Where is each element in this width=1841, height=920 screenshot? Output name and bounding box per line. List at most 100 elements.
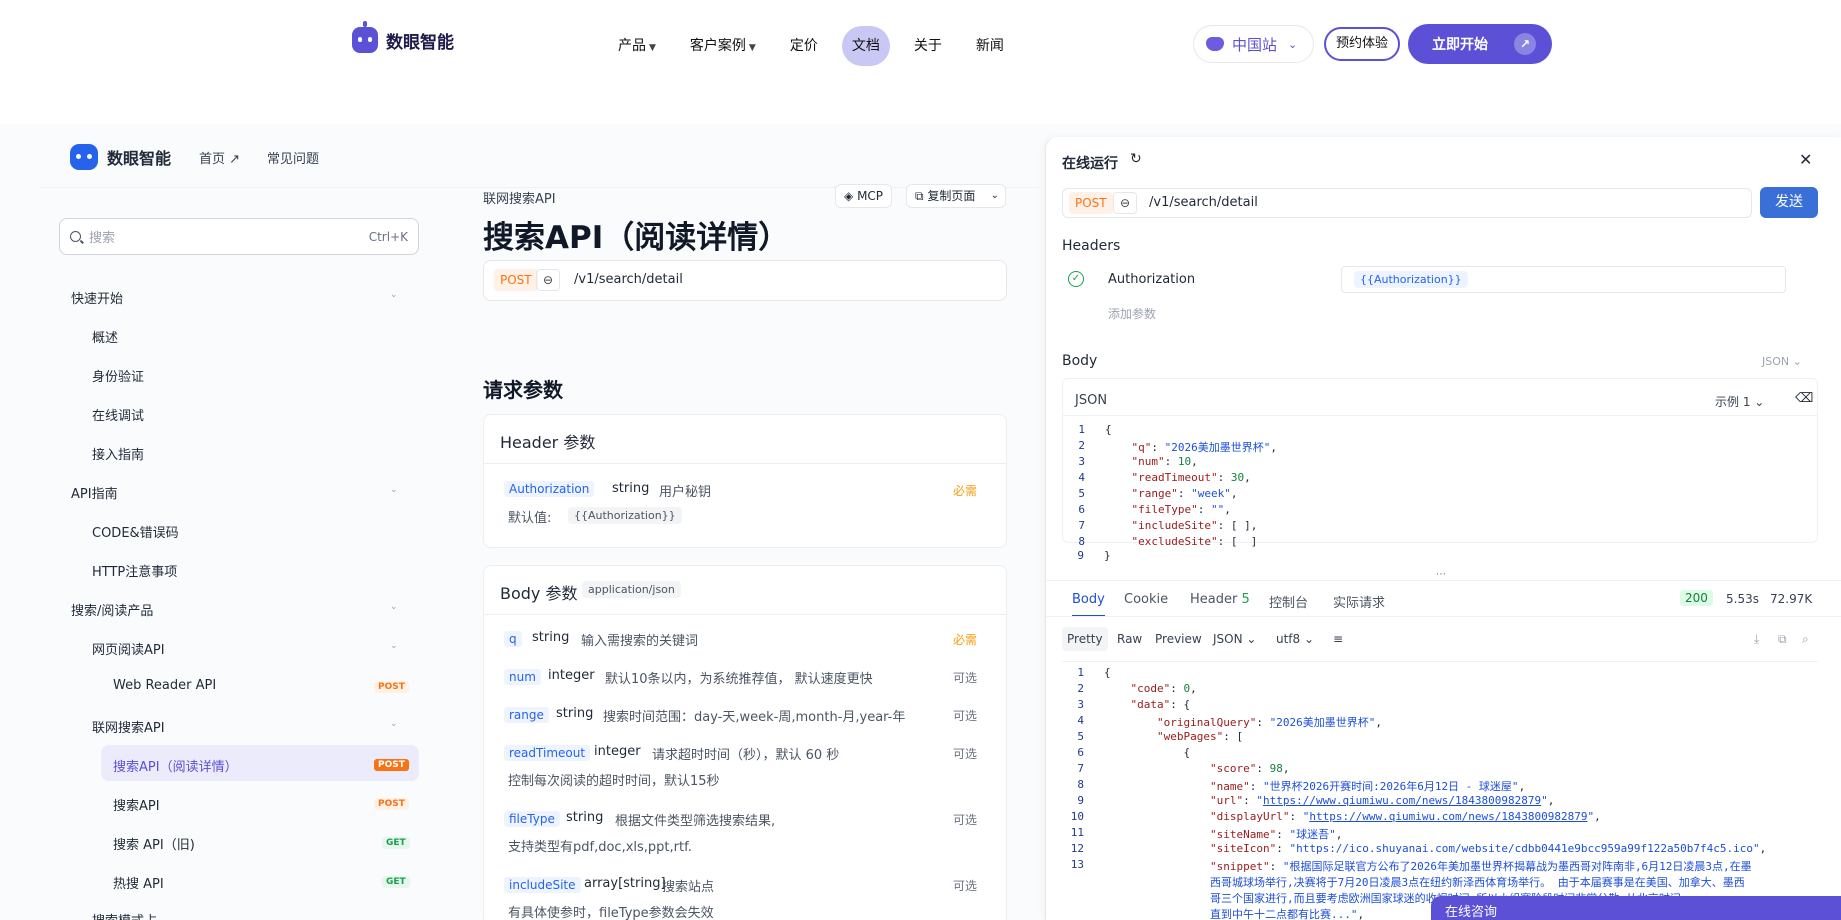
mcp-button[interactable]: ◈ MCP — [835, 184, 893, 208]
nav-products[interactable]: 产品 ▼ — [608, 26, 666, 66]
sidebar-item-webread[interactable]: 网页阅读API — [92, 639, 165, 658]
breadcrumb: 联网搜索API — [483, 192, 556, 207]
sidebar-item-webreader[interactable]: Web Reader API — [113, 678, 216, 693]
get-badge: GET — [382, 876, 410, 888]
tab-console[interactable]: 控制台 — [1269, 592, 1308, 611]
header-value-input[interactable]: {{Authorization}} — [1341, 266, 1786, 293]
sidebar-section-product[interactable]: 搜索/阅读产品 — [71, 600, 153, 619]
resize-handle[interactable]: ⋯ — [1436, 569, 1446, 580]
sidebar-item-more[interactable]: 搜索模式占 — [92, 910, 157, 920]
endpoint-path[interactable]: /v1/search/detail — [1149, 195, 1258, 210]
nav-pricing[interactable]: 定价 — [780, 26, 828, 66]
site-selector[interactable]: 中国站 ⌄ — [1193, 25, 1314, 63]
param-name: q — [504, 631, 522, 647]
header-value: {{Authorization}} — [1354, 271, 1468, 288]
close-icon[interactable]: ✕ — [1799, 150, 1812, 169]
example-select[interactable]: 示例 1 ⌄ — [1715, 393, 1764, 410]
home-link[interactable]: 首页 ↗ — [199, 148, 240, 167]
sidebar-item-searchold[interactable]: 搜索 API（旧) — [113, 834, 195, 853]
clear-icon[interactable]: ⌫ — [1795, 391, 1813, 406]
wrap-icon[interactable]: ≡ — [1328, 627, 1348, 651]
nav-docs[interactable]: 文档 — [841, 26, 890, 66]
copy-icon[interactable]: ⧉ — [1773, 627, 1792, 651]
tab-header[interactable]: Header 5 — [1190, 592, 1250, 607]
sidebar-item-guide[interactable]: 接入指南 — [92, 444, 144, 463]
status-code: 200 — [1680, 590, 1713, 606]
nav-news[interactable]: 新闻 — [966, 26, 1014, 66]
header-params-card: Header 参数 Authorization string 用户秘钥 必需 默… — [483, 414, 1007, 548]
sidebar-item-hot[interactable]: 热搜 API — [113, 873, 164, 892]
param-desc-2: 支持类型有pdf,doc,xls,ppt,rtf. — [508, 840, 692, 855]
chevron-down-icon: ⌄ — [390, 641, 398, 651]
add-param-input[interactable]: 添加参数 — [1108, 305, 1156, 322]
sidebar-item-http[interactable]: HTTP注意事项 — [92, 561, 177, 580]
body-params-card: Body 参数 application/json q string 输入需搜索的… — [483, 565, 1007, 920]
optional-tag: 可选 — [953, 879, 978, 893]
download-icon[interactable]: ⤓ — [1749, 627, 1764, 651]
section-title: 请求参数 — [483, 378, 563, 402]
sidebar-item-netsearch[interactable]: 联网搜索API — [92, 717, 165, 736]
param-desc-2: 控制每次阅读的超时时间，默认15秒 — [508, 774, 720, 789]
search-icon — [70, 231, 81, 242]
search-icon[interactable]: ⌕ — [1797, 627, 1814, 651]
tab-cookie[interactable]: Cookie — [1124, 592, 1168, 607]
param-desc: 默认10条以内，为系统推荐值， 默认速度更快 — [605, 672, 873, 687]
method-badge: POST — [494, 269, 538, 291]
checkbox-icon[interactable]: ✓ — [1068, 271, 1084, 287]
get-started-button[interactable]: 立即开始 ↗ — [1408, 24, 1552, 64]
body-format-select[interactable]: JSON ⌄ — [1762, 355, 1802, 368]
sidebar-item-online[interactable]: 在线调试 — [92, 405, 144, 424]
param-name: num — [504, 669, 541, 685]
param-type: string — [532, 630, 570, 645]
body-title: Body — [1062, 353, 1098, 369]
view-pretty[interactable]: Pretty — [1062, 627, 1108, 651]
search-input[interactable]: 搜索 Ctrl+K — [59, 218, 419, 255]
copy-page-button[interactable]: ⧉ 复制页面 ⌄ — [906, 184, 1006, 208]
copy-icon: ⧉ — [915, 189, 924, 203]
brand-logo[interactable]: 数眼智能 — [352, 21, 454, 53]
send-button[interactable]: 发送 — [1760, 187, 1818, 218]
panel-title: 在线运行 — [1062, 156, 1118, 172]
view-raw[interactable]: Raw — [1112, 627, 1147, 651]
cat-icon — [1206, 37, 1224, 51]
online-consult-button[interactable]: 在线咨询 — [1431, 896, 1841, 920]
post-badge: POST — [374, 798, 409, 810]
link-icon[interactable]: ⊖ — [1113, 192, 1137, 214]
view-preview[interactable]: Preview — [1150, 627, 1207, 651]
docs-logo[interactable]: 数眼智能 — [70, 144, 171, 170]
faq-link[interactable]: 常见问题 — [267, 148, 319, 167]
sidebar-item-searchapi[interactable]: 搜索API — [113, 795, 160, 814]
chevron-down-icon: ⌄ — [990, 190, 999, 201]
method-badge: POST — [1069, 192, 1113, 214]
post-badge: POST — [374, 681, 409, 693]
body-editor[interactable]: JSON 示例 1 ⌄ ⌫ 1{ 2 "q": "2026美加墨世界杯", 3 … — [1062, 378, 1818, 548]
chevron-down-icon: ⌄ — [390, 290, 398, 300]
nav-cases[interactable]: 客户案例 ▼ — [680, 26, 766, 66]
header-key[interactable]: Authorization — [1108, 272, 1195, 287]
nav-about[interactable]: 关于 — [904, 26, 952, 66]
tab-actual-request[interactable]: 实际请求 — [1333, 592, 1385, 611]
required-tag: 必需 — [953, 484, 978, 498]
sidebar-item-auth[interactable]: 身份验证 — [92, 366, 144, 385]
format-select[interactable]: JSON ⌄ — [1208, 627, 1261, 651]
optional-tag: 可选 — [953, 709, 978, 723]
sidebar-item-codes[interactable]: CODE&错误码 — [92, 522, 179, 541]
encoding-select[interactable]: utf8 ⌄ — [1271, 627, 1319, 651]
tab-body[interactable]: Body — [1072, 592, 1105, 617]
sidebar-section-quickstart[interactable]: 快速开始 — [71, 288, 123, 307]
param-desc: 请求超时时间（秒），默认 60 秒 — [652, 748, 840, 763]
docs-header: 数眼智能 首页 ↗ 常见问题 — [40, 124, 1040, 188]
response-code: 1{ 2 "code": 0, 3 "data": { 4 "originalQ… — [1062, 661, 1818, 920]
endpoint-path: /v1/search/detail — [574, 272, 683, 287]
chevron-down-icon: ⌄ — [390, 485, 398, 495]
top-navbar: 数眼智能 产品 ▼ 客户案例 ▼ 定价 文档 关于 新闻 中国站 ⌄ 预约体验 立即… — [0, 0, 1841, 90]
optional-tag: 可选 — [953, 671, 978, 685]
sidebar-section-apiguide[interactable]: API指南 — [71, 483, 118, 502]
required-tag: 必需 — [953, 633, 978, 647]
sidebar-item-overview[interactable]: 概述 — [92, 327, 118, 346]
link-icon[interactable]: ⊖ — [536, 269, 560, 291]
refresh-icon[interactable]: ↻ — [1130, 151, 1142, 167]
robot-logo-icon — [70, 144, 98, 170]
book-demo-button[interactable]: 预约体验 — [1324, 27, 1400, 61]
robot-logo-icon — [352, 21, 378, 53]
